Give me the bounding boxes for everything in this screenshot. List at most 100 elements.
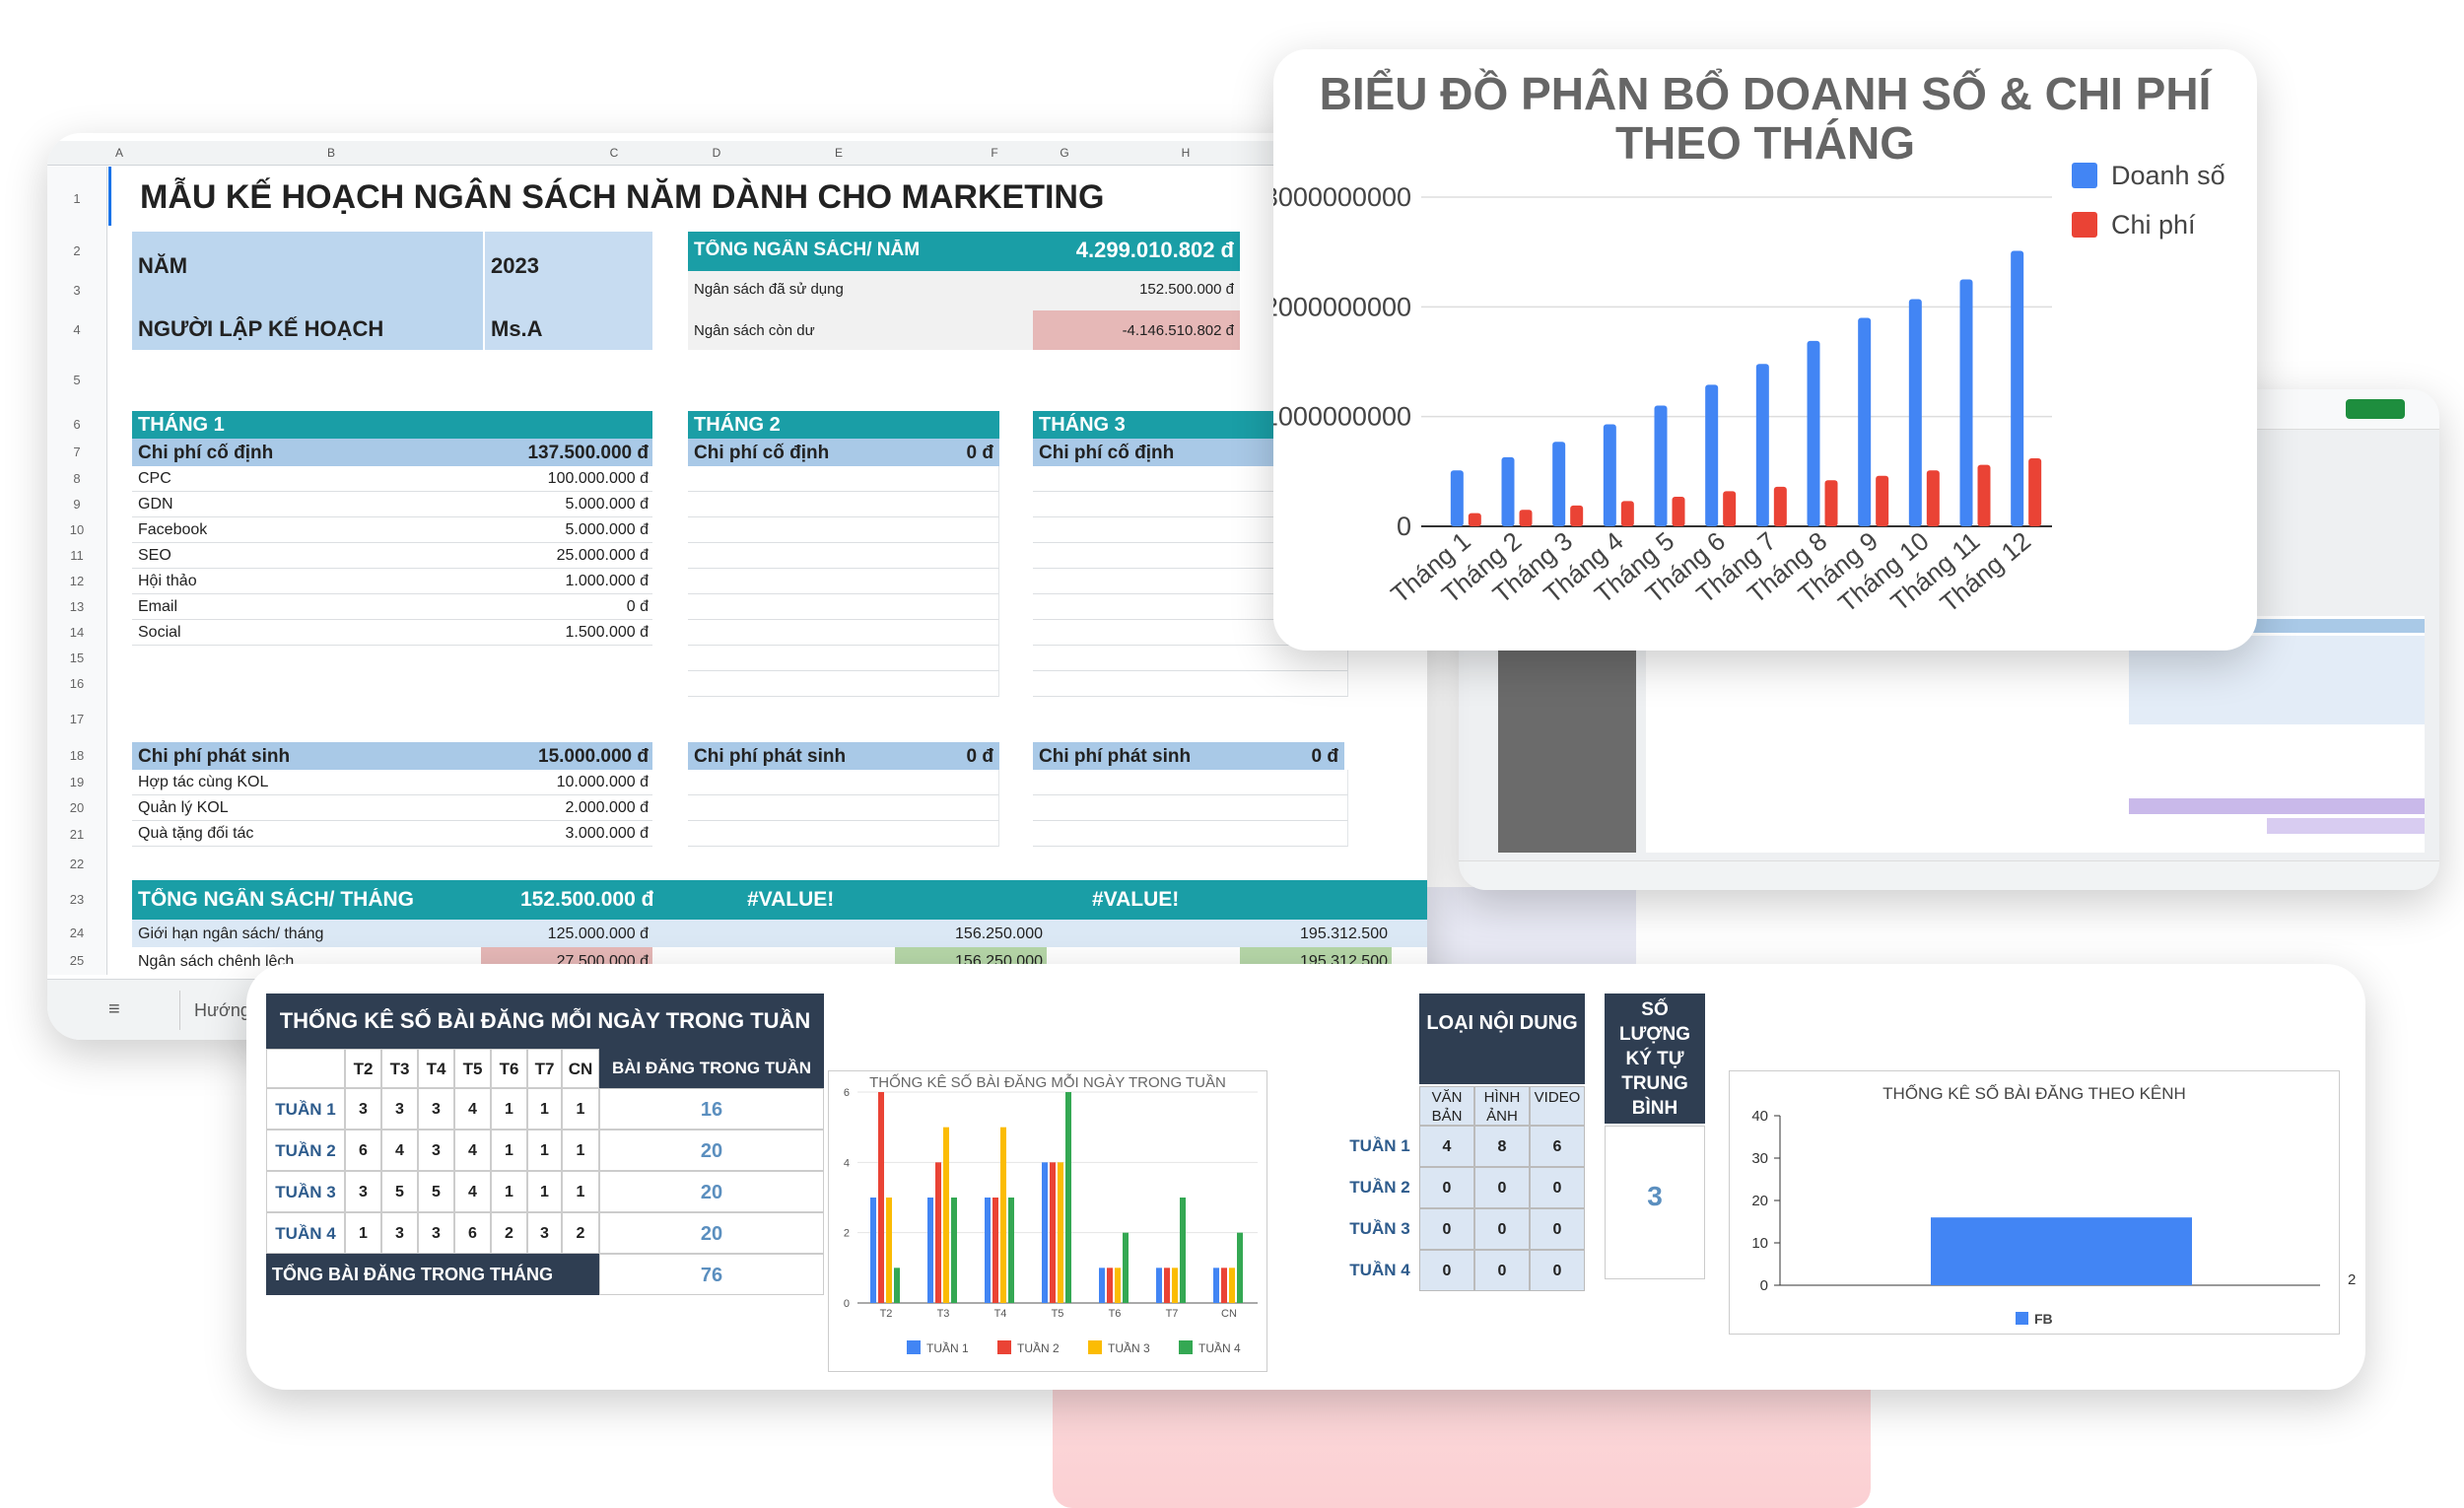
row-number[interactable]: 17	[47, 697, 107, 742]
post-count-cell[interactable]: 3	[527, 1212, 562, 1254]
row-number[interactable]: 8	[47, 466, 107, 492]
month2-total-error[interactable]: #VALUE!	[747, 888, 834, 912]
sheet-corner[interactable]	[47, 141, 107, 166]
week-total-value[interactable]: 20	[599, 1171, 824, 1212]
row-number[interactable]: 11	[47, 543, 107, 569]
row-number[interactable]: 22	[47, 849, 107, 880]
post-count-cell[interactable]: 3	[381, 1212, 418, 1254]
col-header-c[interactable]: C	[530, 141, 699, 166]
post-count-cell[interactable]: 3	[418, 1212, 454, 1254]
content-count-cell[interactable]: 0	[1530, 1208, 1585, 1250]
post-count-cell[interactable]: 6	[345, 1130, 381, 1171]
total-budget-value[interactable]: 4.299.010.802 đ	[993, 238, 1234, 263]
month3-total-error[interactable]: #VALUE!	[1092, 888, 1179, 912]
col-header-d[interactable]: D	[698, 141, 736, 166]
col-header-a[interactable]: A	[106, 141, 133, 166]
col-header-b[interactable]: B	[132, 141, 531, 166]
col-header-f[interactable]: F	[942, 141, 1048, 166]
content-count-cell[interactable]: 0	[1419, 1250, 1474, 1291]
month2-fixed-value[interactable]: 0 đ	[895, 443, 993, 464]
empty-cell[interactable]	[688, 620, 999, 646]
month1-var-value[interactable]: 15.000.000 đ	[481, 746, 649, 768]
row-number[interactable]: 14	[47, 620, 107, 646]
row-number[interactable]: 19	[47, 770, 107, 795]
month2-var-value[interactable]: 0 đ	[895, 746, 993, 768]
content-count-cell[interactable]: 8	[1474, 1126, 1530, 1167]
empty-cell[interactable]	[688, 517, 999, 543]
post-count-cell[interactable]: 1	[562, 1088, 599, 1130]
month1-fixed-item-value[interactable]: 100.000.000 đ	[481, 470, 649, 488]
row-number[interactable]: 20	[47, 795, 107, 821]
month1-fixed-item-value[interactable]: 5.000.000 đ	[481, 521, 649, 539]
content-count-cell[interactable]: 0	[1530, 1167, 1585, 1208]
limit-value-2[interactable]: 156.250.000	[895, 925, 1043, 943]
row-number[interactable]: 18	[47, 742, 107, 770]
row-number[interactable]: 1	[47, 167, 107, 232]
post-count-cell[interactable]: 1	[527, 1171, 562, 1212]
content-count-cell[interactable]: 0	[1530, 1250, 1585, 1291]
month1-var-item-value[interactable]: 10.000.000 đ	[481, 774, 649, 791]
post-count-cell[interactable]: 5	[381, 1171, 418, 1212]
row-number[interactable]: 10	[47, 517, 107, 543]
row-number[interactable]: 24	[47, 920, 107, 947]
post-count-cell[interactable]: 1	[562, 1130, 599, 1171]
empty-cell[interactable]	[688, 770, 999, 795]
post-count-cell[interactable]: 3	[345, 1088, 381, 1130]
week-total-value[interactable]: 20	[599, 1212, 824, 1254]
empty-cell[interactable]	[1033, 821, 1348, 847]
limit-value-1[interactable]: 125.000.000 đ	[481, 925, 649, 943]
empty-cell[interactable]	[688, 646, 999, 671]
row-number[interactable]: 23	[47, 880, 107, 920]
col-header-g[interactable]: G	[1047, 141, 1083, 166]
planner-value[interactable]: Ms.A	[491, 316, 543, 342]
week-total-value[interactable]: 16	[599, 1088, 824, 1130]
post-count-cell[interactable]: 2	[491, 1212, 527, 1254]
monthly-total-value[interactable]: 152.500.000 đ	[520, 888, 653, 912]
limit-value-3[interactable]: 195.312.500	[1240, 925, 1388, 943]
post-count-cell[interactable]: 1	[527, 1088, 562, 1130]
post-count-cell[interactable]: 4	[454, 1088, 491, 1130]
avg-chars-value[interactable]: 3	[1605, 1181, 1705, 1212]
col-header-e[interactable]: E	[735, 141, 943, 166]
post-count-cell[interactable]: 1	[491, 1088, 527, 1130]
post-count-cell[interactable]: 3	[418, 1088, 454, 1130]
post-count-cell[interactable]: 6	[454, 1212, 491, 1254]
empty-cell[interactable]	[1033, 671, 1348, 697]
row-number[interactable]: 2	[47, 232, 107, 271]
row-number[interactable]: 9	[47, 492, 107, 517]
month1-var-item-value[interactable]: 3.000.000 đ	[481, 825, 649, 843]
content-count-cell[interactable]: 0	[1419, 1167, 1474, 1208]
content-count-cell[interactable]: 6	[1530, 1126, 1585, 1167]
row-number[interactable]: 15	[47, 646, 107, 671]
sheet-list-icon[interactable]: ≡	[108, 998, 120, 1021]
empty-cell[interactable]	[688, 466, 999, 492]
empty-cell[interactable]	[688, 594, 999, 620]
empty-cell[interactable]	[688, 492, 999, 517]
empty-cell[interactable]	[688, 569, 999, 594]
post-count-cell[interactable]: 4	[454, 1130, 491, 1171]
month3-var-value[interactable]: 0 đ	[1240, 746, 1338, 768]
post-count-cell[interactable]: 2	[562, 1212, 599, 1254]
month1-var-item-value[interactable]: 2.000.000 đ	[481, 799, 649, 817]
post-count-cell[interactable]: 1	[491, 1171, 527, 1212]
row-number[interactable]: 13	[47, 594, 107, 620]
post-count-cell[interactable]: 3	[418, 1130, 454, 1171]
month1-fixed-item-value[interactable]: 5.000.000 đ	[481, 496, 649, 514]
row-number[interactable]: 4	[47, 310, 107, 350]
content-count-cell[interactable]: 0	[1419, 1208, 1474, 1250]
row-number[interactable]: 6	[47, 411, 107, 439]
post-count-cell[interactable]: 4	[454, 1171, 491, 1212]
empty-cell[interactable]	[688, 795, 999, 821]
row-number[interactable]: 5	[47, 350, 107, 411]
row-number[interactable]: 25	[47, 947, 107, 975]
post-count-cell[interactable]: 5	[418, 1171, 454, 1212]
post-count-cell[interactable]: 1	[527, 1130, 562, 1171]
post-count-cell[interactable]: 4	[381, 1130, 418, 1171]
empty-cell[interactable]	[1033, 795, 1348, 821]
remaining-budget-value[interactable]: -4.146.510.802 đ	[993, 322, 1234, 339]
week-total-value[interactable]: 20	[599, 1130, 824, 1171]
month1-fixed-value[interactable]: 137.500.000 đ	[481, 443, 649, 464]
content-count-cell[interactable]: 0	[1474, 1167, 1530, 1208]
row-number[interactable]: 3	[47, 271, 107, 310]
month1-fixed-item-value[interactable]: 1.500.000 đ	[481, 624, 649, 642]
